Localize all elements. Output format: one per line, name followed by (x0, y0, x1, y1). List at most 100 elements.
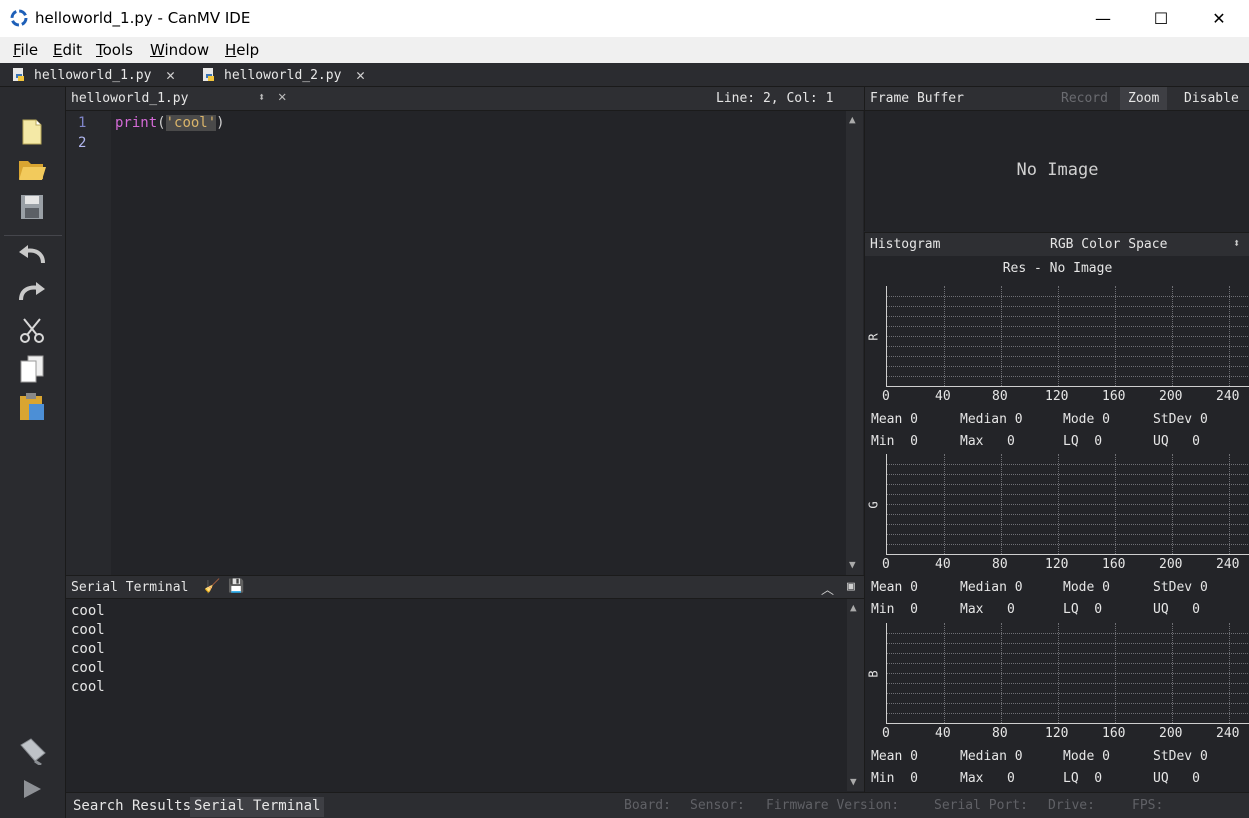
cut-icon (20, 318, 44, 343)
grid-line-h (887, 366, 1249, 367)
maximize-button[interactable]: ☐ (1132, 0, 1190, 37)
axis-tick-label: 200 (1159, 557, 1183, 572)
close-tab-icon[interactable]: ✕ (166, 66, 175, 84)
tab-helloworld-2[interactable]: helloworld_2.py ✕ (202, 63, 365, 87)
stat-median: Median 0 (960, 749, 1023, 764)
menu-help[interactable]: Help (225, 41, 259, 59)
tab-helloworld-1[interactable]: helloworld_1.py ✕ (12, 63, 175, 87)
copy-button[interactable] (16, 353, 48, 385)
histogram-resolution: Res - No Image (1002, 261, 1113, 276)
new-file-icon (22, 119, 42, 145)
title-bar: helloworld_1.py - CanMV IDE — ☐ ✕ (0, 0, 1249, 37)
paste-button[interactable] (16, 391, 48, 423)
stat-max: Max 0 (960, 434, 1015, 449)
axis-tick-label: 40 (935, 726, 951, 741)
grid-line-v (1001, 454, 1002, 554)
new-file-button[interactable] (16, 116, 48, 148)
terminal-line: cool (71, 622, 105, 638)
editor-file-name[interactable]: helloworld_1.py (71, 91, 188, 106)
canmv-logo-icon (10, 9, 28, 27)
axis-tick-label: 240 (1216, 389, 1240, 404)
record-button[interactable]: Record (1053, 87, 1116, 110)
stat-uq: UQ 0 (1153, 434, 1200, 449)
channel-axis-label: G (866, 501, 881, 509)
stat-min: Min 0 (871, 602, 918, 617)
close-document-icon[interactable]: ✕ (278, 89, 286, 105)
redo-button[interactable] (16, 276, 48, 308)
editor-scrollbar[interactable]: ▲ ▼ (846, 111, 863, 575)
grid-line-h (887, 524, 1249, 525)
channel-axis-label: R (866, 333, 881, 341)
serial-terminal-output[interactable]: cool cool cool cool cool (66, 599, 847, 791)
grid-line-v (1001, 623, 1002, 723)
zoom-button[interactable]: Zoom (1120, 87, 1168, 110)
minimize-button[interactable]: — (1074, 0, 1132, 37)
grid-line-v (1115, 454, 1116, 554)
menu-tools[interactable]: Tools (96, 41, 133, 59)
axis-tick-label: 80 (992, 389, 1008, 404)
scroll-up-icon[interactable]: ▲ (849, 113, 856, 126)
python-file-icon (13, 68, 24, 81)
undo-button[interactable] (16, 239, 48, 271)
axis-tick-label: 200 (1159, 389, 1183, 404)
left-toolbar (0, 87, 66, 818)
axis-tick-label: 0 (882, 726, 890, 741)
python-file-icon (203, 68, 214, 81)
stat-min: Min 0 (871, 434, 918, 449)
close-button[interactable]: ✕ (1190, 0, 1248, 37)
grid-line-v (1115, 286, 1116, 386)
grid-line-v (1058, 286, 1059, 386)
cut-button[interactable] (16, 315, 48, 347)
code-function: print (115, 115, 158, 131)
tab-serial-terminal[interactable]: Serial Terminal (190, 797, 325, 817)
code-editor[interactable]: print('cool') (111, 111, 846, 575)
stat-median: Median 0 (960, 412, 1023, 427)
grid-line-h (887, 346, 1249, 347)
disable-button[interactable]: Disable (1176, 87, 1247, 110)
axis-tick-label: 0 (882, 557, 890, 572)
frame-buffer-title: Frame Buffer (870, 91, 964, 106)
grid-line-h (887, 683, 1249, 684)
open-folder-icon (19, 161, 46, 180)
stat-lq: LQ 0 (1063, 771, 1103, 786)
code-paren: ( (157, 115, 166, 131)
frame-buffer-view: No Image (864, 111, 1249, 231)
tab-search-results[interactable]: Search Results (69, 797, 195, 817)
menu-file[interactable]: File (13, 41, 38, 59)
save-terminal-icon[interactable]: 💾 (228, 579, 244, 594)
restore-panel-icon[interactable]: ▣ (847, 579, 855, 594)
terminal-scrollbar[interactable]: ▲ ▼ (847, 599, 864, 791)
histogram-header: Histogram RGB Color Space ⬍ (864, 232, 1249, 256)
connect-button[interactable] (16, 735, 48, 767)
file-switch-icon[interactable]: ⬍ (258, 90, 265, 104)
stat-mode: Mode 0 (1063, 412, 1110, 427)
clear-terminal-icon[interactable]: 🧹 (204, 579, 220, 594)
run-button[interactable] (16, 773, 48, 805)
scroll-down-icon[interactable]: ▼ (849, 558, 856, 571)
grid-line-h (887, 376, 1249, 377)
histogram-plot (886, 623, 1249, 724)
grid-line-h (887, 514, 1249, 515)
scroll-up-icon[interactable]: ▲ (850, 601, 857, 614)
collapse-up-icon[interactable]: ︿ (821, 579, 834, 598)
grid-line-h (887, 643, 1249, 644)
menu-window[interactable]: Window (150, 41, 209, 59)
select-arrows-icon[interactable]: ⬍ (1233, 236, 1240, 250)
open-file-button[interactable] (16, 153, 48, 185)
stat-stdev: StDev 0 (1153, 749, 1208, 764)
grid-line-h (887, 316, 1249, 317)
color-space-select[interactable]: RGB Color Space (1050, 237, 1167, 252)
close-tab-icon[interactable]: ✕ (356, 66, 365, 84)
grid-line-h (887, 336, 1249, 337)
stat-uq: UQ 0 (1153, 602, 1200, 617)
grid-line-h (887, 663, 1249, 664)
menu-edit[interactable]: Edit (53, 41, 82, 59)
scroll-down-icon[interactable]: ▼ (850, 775, 857, 788)
grid-line-v (1229, 454, 1230, 554)
axis-tick-label: 120 (1045, 726, 1069, 741)
run-icon (24, 780, 41, 798)
save-button[interactable] (16, 191, 48, 223)
grid-line-h (887, 713, 1249, 714)
grid-line-h (887, 474, 1249, 475)
axis-tick-label: 80 (992, 557, 1008, 572)
